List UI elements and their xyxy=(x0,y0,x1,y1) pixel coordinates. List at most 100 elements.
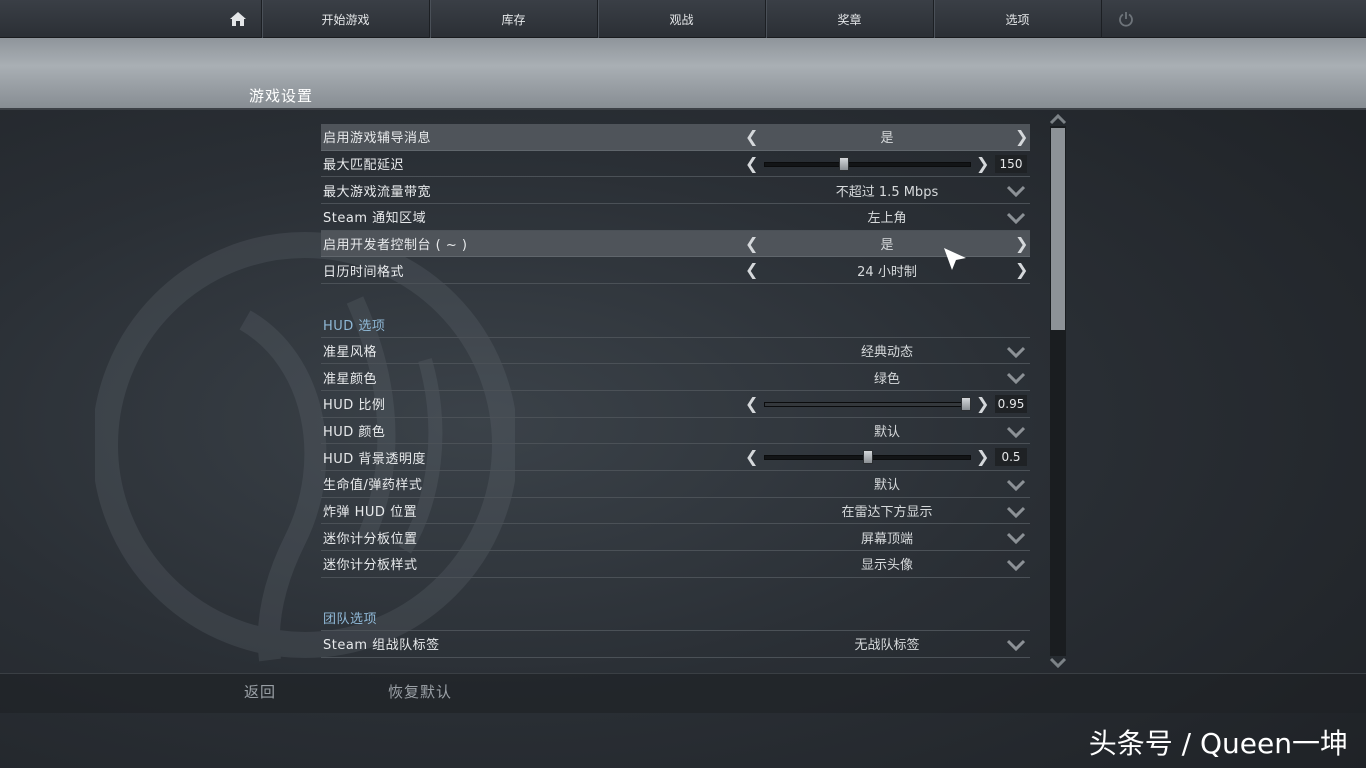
setting-label: 准星颜色 xyxy=(323,371,378,387)
watermark-text: 头条号 / Queen一坤 xyxy=(1088,727,1348,760)
chevron-right-icon[interactable]: ❯ xyxy=(976,395,989,412)
setting-row[interactable]: 迷你计分板位置 屏幕顶端 xyxy=(321,524,1030,552)
setting-row[interactable]: HUD 背景透明度 ❮ ❯ 0.5 xyxy=(321,444,1030,471)
setting-row[interactable]: 最大游戏流量带宽 不超过 1.5 Mbps xyxy=(321,177,1030,205)
setting-label: 迷你计分板样式 xyxy=(323,558,418,574)
power-button[interactable] xyxy=(1102,0,1150,38)
nav-options[interactable]: 选项 xyxy=(934,0,1102,38)
chevron-down-icon[interactable] xyxy=(1007,372,1025,385)
setting-row[interactable]: HUD 颜色 默认 xyxy=(321,418,1030,445)
chevron-down-icon[interactable] xyxy=(1007,185,1025,198)
setting-label: HUD 颜色 xyxy=(323,424,386,440)
chevron-right-icon[interactable]: ❯ xyxy=(1015,128,1028,145)
chevron-down-icon[interactable] xyxy=(1007,506,1025,518)
setting-label: 最大游戏流量带宽 xyxy=(323,184,432,200)
setting-value: 左上角 xyxy=(867,211,907,227)
header-band xyxy=(0,38,1366,110)
chevron-down-icon[interactable] xyxy=(1007,212,1025,225)
slider-value: 0.5 xyxy=(995,448,1027,467)
home-button[interactable] xyxy=(214,0,262,38)
mouse-cursor-icon xyxy=(944,248,966,270)
setting-label: 最大匹配延迟 xyxy=(323,158,405,174)
chevron-left-icon[interactable]: ❮ xyxy=(745,235,758,252)
slider-track[interactable] xyxy=(764,401,971,407)
chevron-right-icon[interactable]: ❯ xyxy=(1015,235,1028,252)
section-header-team: 团队选项 xyxy=(321,578,1030,632)
chevron-left-icon[interactable]: ❮ xyxy=(745,449,758,465)
setting-row[interactable]: HUD 比例 ❮ ❯ 0.95 xyxy=(321,391,1030,418)
setting-label: 迷你计分板位置 xyxy=(323,531,418,547)
setting-label: HUD 背景透明度 xyxy=(323,451,426,467)
setting-row[interactable]: 启用游戏辅导消息 ❮ 是 ❯ xyxy=(321,124,1030,151)
setting-value: 显示头像 xyxy=(860,558,913,574)
chevron-right-icon[interactable]: ❯ xyxy=(976,449,989,465)
scroll-down-icon[interactable] xyxy=(1049,656,1067,670)
chevron-right-icon[interactable]: ❯ xyxy=(976,155,989,172)
setting-label: 启用游戏辅导消息 xyxy=(323,131,432,147)
setting-value: 是 xyxy=(880,238,894,254)
setting-value: 不超过 1.5 Mbps xyxy=(835,184,939,200)
setting-row[interactable]: 日历时间格式 ❮ 24 小时制 ❯ xyxy=(321,257,1030,285)
chevron-left-icon[interactable]: ❮ xyxy=(745,395,758,412)
top-nav: 开始游戏 库存 观战 奖章 选项 xyxy=(0,0,1366,38)
setting-label: Steam 组战队标签 xyxy=(323,638,440,654)
setting-row[interactable]: 启用开发者控制台 ( ~ ) ❮ 是 ❯ xyxy=(321,230,1030,258)
power-icon xyxy=(1119,12,1133,27)
setting-row[interactable]: 准星风格 经典动态 xyxy=(321,338,1030,365)
setting-row[interactable]: Steam 通知区域 左上角 xyxy=(321,204,1030,231)
setting-label: 启用开发者控制台 ( ~ ) xyxy=(323,238,468,254)
chevron-left-icon[interactable]: ❮ xyxy=(745,262,758,278)
slider-knob[interactable] xyxy=(863,450,873,465)
scrollbar[interactable] xyxy=(1049,112,1067,670)
section-header-hud: HUD 选项 xyxy=(321,284,1030,338)
slider-knob[interactable] xyxy=(961,396,971,411)
nav-watch[interactable]: 观战 xyxy=(598,0,766,38)
chevron-left-icon[interactable]: ❮ xyxy=(745,128,758,145)
page-title: 游戏设置 xyxy=(249,87,314,105)
footer-bar xyxy=(0,673,1366,713)
setting-row[interactable]: 准星颜色 绿色 xyxy=(321,364,1030,391)
setting-label: Steam 通知区域 xyxy=(323,211,427,227)
restore-defaults-button[interactable]: 恢复默认 xyxy=(388,681,452,702)
slider-knob[interactable] xyxy=(839,156,849,171)
chevron-down-icon[interactable] xyxy=(1007,532,1025,545)
setting-value: 屏幕顶端 xyxy=(860,531,913,547)
section-title: HUD 选项 xyxy=(323,318,386,334)
back-button[interactable]: 返回 xyxy=(244,681,276,702)
settings-list: 启用游戏辅导消息 ❮ 是 ❯ 最大匹配延迟 ❮ ❯ 150 最大游戏流量带宽 不… xyxy=(321,124,1030,658)
setting-value: 绿色 xyxy=(873,371,900,387)
slider-track[interactable] xyxy=(764,161,971,167)
chevron-down-icon[interactable] xyxy=(1007,346,1025,358)
setting-row[interactable]: 最大匹配延迟 ❮ ❯ 150 xyxy=(321,151,1030,178)
scroll-thumb[interactable] xyxy=(1051,128,1065,330)
nav-play[interactable]: 开始游戏 xyxy=(262,0,430,38)
setting-value: 无战队标签 xyxy=(854,638,920,654)
home-icon xyxy=(229,12,246,26)
chevron-down-icon[interactable] xyxy=(1007,479,1025,491)
chevron-right-icon[interactable]: ❯ xyxy=(1015,262,1028,278)
setting-value: 是 xyxy=(880,131,894,147)
chevron-down-icon[interactable] xyxy=(1007,639,1025,652)
setting-row[interactable]: 炸弹 HUD 位置 在雷达下方显示 xyxy=(321,498,1030,525)
setting-value: 默认 xyxy=(873,478,900,494)
slider-value: 0.95 xyxy=(995,394,1027,413)
setting-row[interactable]: Steam 组战队标签 无战队标签 xyxy=(321,631,1030,658)
slider-value: 150 xyxy=(995,154,1027,173)
chevron-down-icon[interactable] xyxy=(1007,559,1025,572)
setting-value: 默认 xyxy=(873,424,900,440)
setting-label: 日历时间格式 xyxy=(323,264,405,280)
setting-value: 经典动态 xyxy=(860,344,913,360)
chevron-left-icon[interactable]: ❮ xyxy=(745,155,758,172)
section-title: 团队选项 xyxy=(323,612,378,628)
setting-value: 24 小时制 xyxy=(857,264,917,280)
nav-awards[interactable]: 奖章 xyxy=(766,0,934,38)
setting-value: 在雷达下方显示 xyxy=(841,504,933,520)
chevron-down-icon[interactable] xyxy=(1007,426,1025,438)
setting-row[interactable]: 生命值/弹药样式 默认 xyxy=(321,471,1030,498)
scroll-up-icon[interactable] xyxy=(1049,112,1067,126)
setting-label: 炸弹 HUD 位置 xyxy=(323,504,418,520)
setting-label: 生命值/弹药样式 xyxy=(323,478,423,494)
nav-inventory[interactable]: 库存 xyxy=(430,0,598,38)
setting-label: 准星风格 xyxy=(323,344,378,360)
setting-row[interactable]: 迷你计分板样式 显示头像 xyxy=(321,551,1030,578)
